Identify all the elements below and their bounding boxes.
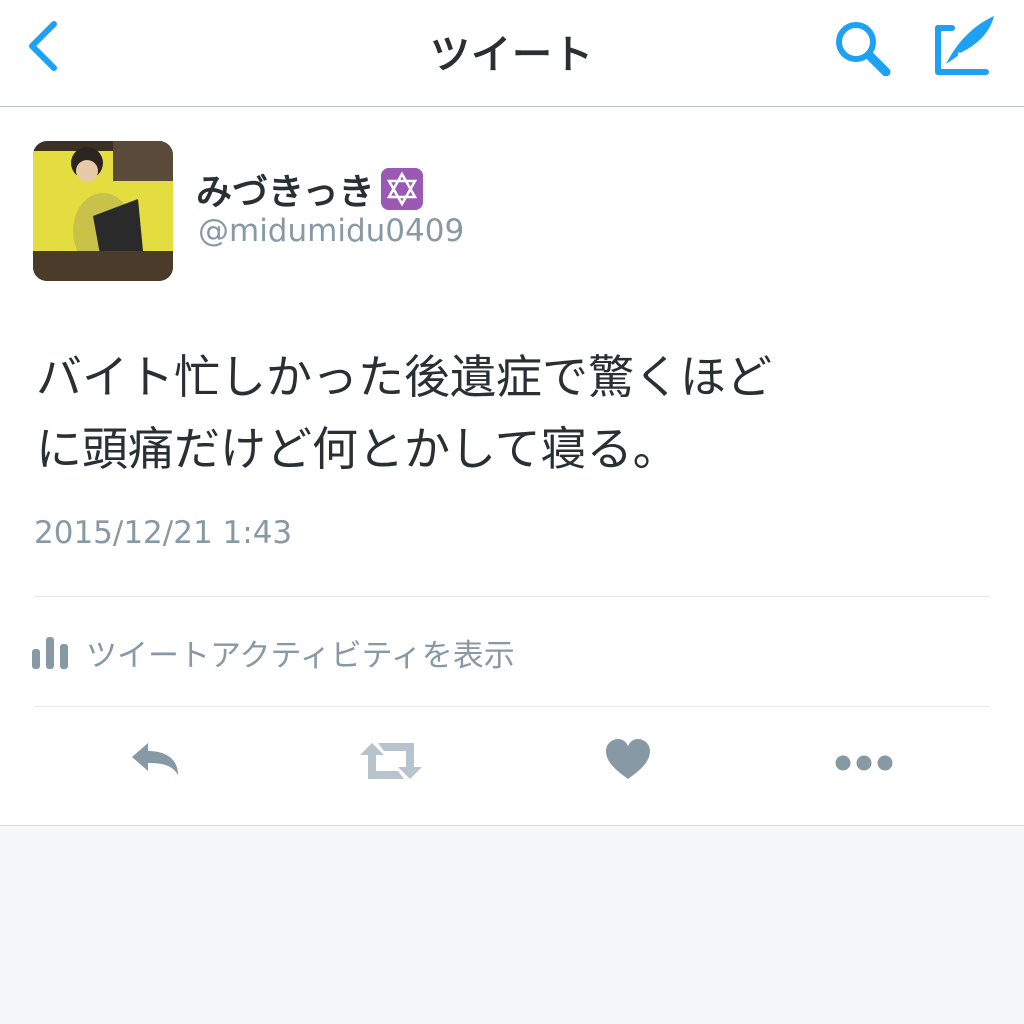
author-name[interactable]: みづきっき bbox=[196, 163, 423, 215]
more-icon bbox=[835, 755, 893, 771]
reply-button[interactable] bbox=[128, 739, 182, 783]
compose-icon bbox=[935, 16, 994, 75]
star-of-david-icon bbox=[380, 168, 423, 210]
divider bbox=[34, 596, 990, 597]
tweet-detail: みづきっき @midumidu0409 バイト忙しかった後遺症で驚くほど に頭痛… bbox=[0, 107, 1024, 826]
tweet-timestamp: 2015/12/21 1:43 bbox=[34, 515, 293, 551]
activity-label: ツイートアクティビティを表示 bbox=[86, 637, 515, 674]
like-button[interactable] bbox=[604, 739, 652, 785]
search-button[interactable] bbox=[832, 20, 894, 77]
divider bbox=[34, 706, 990, 707]
more-button[interactable] bbox=[834, 753, 894, 777]
compose-button[interactable] bbox=[932, 14, 998, 76]
bar-chart-icon bbox=[32, 637, 68, 669]
avatar[interactable] bbox=[33, 141, 173, 281]
empty-background bbox=[0, 826, 1024, 1024]
author-display-name: みづきっき bbox=[196, 172, 375, 213]
tweet-text-line: に頭痛だけど何とかして寝る。 bbox=[36, 422, 679, 476]
tweet-activity-link[interactable]: ツイートアクティビティを表示 bbox=[32, 627, 515, 677]
retweet-icon bbox=[360, 743, 422, 779]
avatar-image bbox=[33, 141, 173, 281]
tweet-text-line: バイト忙しかった後遺症で驚くほど bbox=[36, 350, 772, 404]
nav-header: ツイート bbox=[0, 0, 1024, 107]
author-handle[interactable]: @midumidu0409 bbox=[198, 213, 464, 249]
tweet-text: バイト忙しかった後遺症で驚くほど に頭痛だけど何とかして寝る。 bbox=[36, 341, 976, 485]
heart-icon bbox=[606, 739, 650, 779]
retweet-button[interactable] bbox=[358, 739, 424, 787]
reply-icon bbox=[132, 743, 178, 775]
search-icon bbox=[836, 22, 891, 77]
